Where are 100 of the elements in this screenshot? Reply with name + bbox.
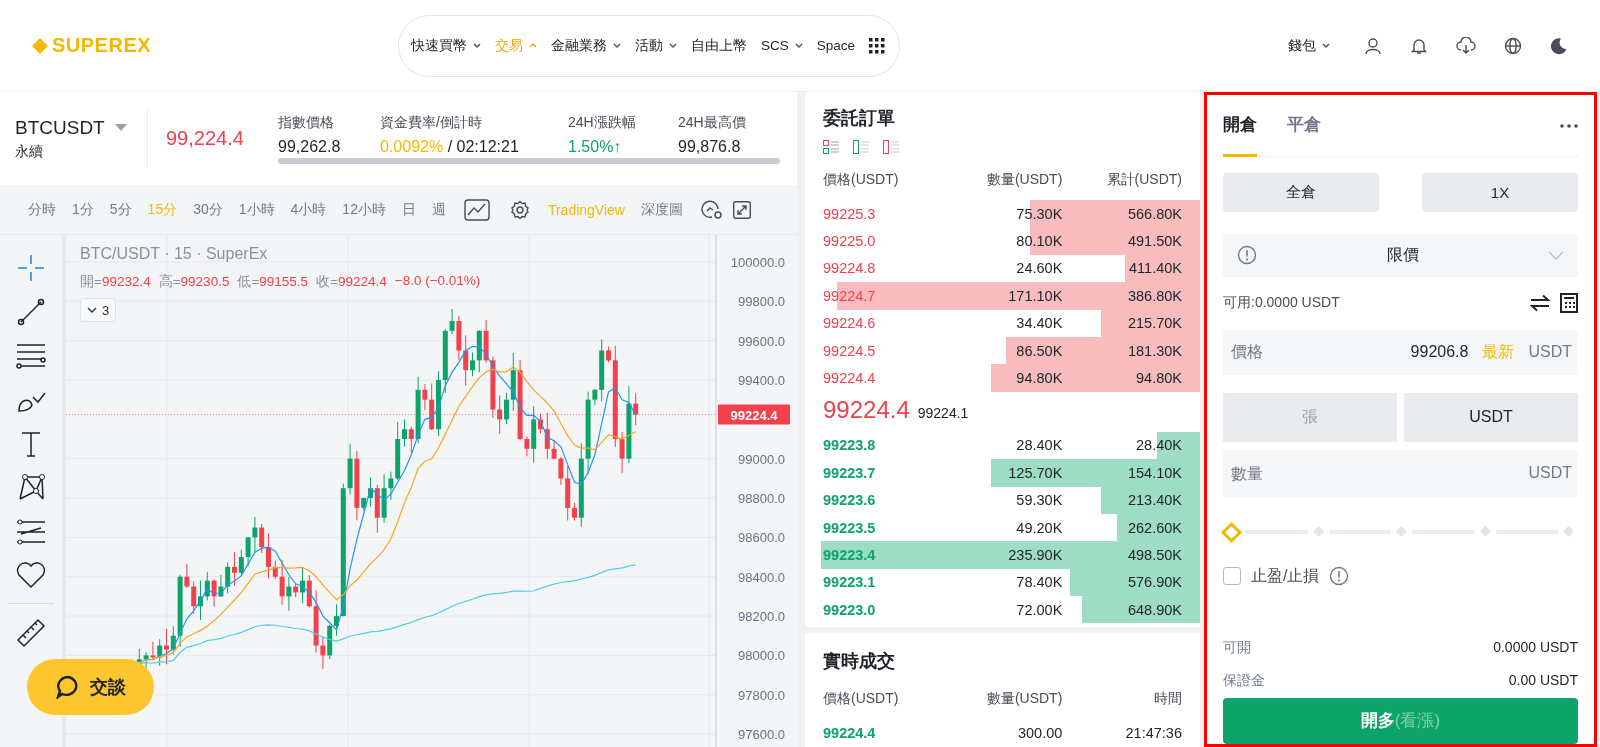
chart-title: BTC/USDT · 15 · SuperEx <box>80 245 268 263</box>
more-icon[interactable] <box>1560 123 1578 128</box>
order-book-row[interactable]: 99224.6 34.40K 215.70K <box>805 309 1200 337</box>
caret-icon <box>613 42 621 49</box>
user-icon[interactable] <box>1364 36 1382 55</box>
order-book-row[interactable]: 99224.4 94.80K 94.80K <box>805 364 1200 392</box>
ruler-icon[interactable] <box>16 618 46 648</box>
dropdown-triangle-icon[interactable] <box>114 124 127 131</box>
interval-tab[interactable]: 1分 <box>64 200 102 219</box>
cloud-download-icon[interactable] <box>1456 36 1476 55</box>
caret-icon <box>794 42 803 49</box>
order-book-row[interactable]: 99225.0 80.10K 491.50K <box>805 227 1200 255</box>
ohlc-value: 開=99232.4 <box>80 273 151 291</box>
order-book-row[interactable]: 99223.1 78.40K 576.90K <box>805 568 1200 597</box>
scrollbar[interactable] <box>278 157 780 164</box>
order-book-row[interactable]: 99223.4 235.90K 498.50K <box>805 541 1200 569</box>
slider-step-marker[interactable] <box>1396 526 1407 538</box>
price-axis-label: 98400.0 <box>738 569 785 585</box>
total-cell-text: 491.50K <box>1126 233 1182 250</box>
wallet-menu[interactable]: 錢包 <box>1282 35 1336 56</box>
globe-icon[interactable] <box>1504 36 1522 55</box>
column-header: 時間 <box>1153 690 1182 708</box>
interval-tab[interactable]: 5分 <box>101 200 140 219</box>
nav-item[interactable]: 自由上幣 <box>691 36 747 55</box>
nav-item[interactable]: 金融業務 <box>551 36 621 55</box>
nav-item[interactable]: 活動 <box>635 36 677 55</box>
total-cell-text: 386.80K <box>1126 287 1182 304</box>
nav-item[interactable]: 快速買幣 <box>411 36 481 55</box>
order-book-row[interactable]: 99223.8 28.40K 28.40K <box>805 431 1200 460</box>
transfer-icon[interactable] <box>1530 294 1550 313</box>
caret-icon <box>1322 42 1330 49</box>
slider-step-marker[interactable] <box>1479 526 1491 538</box>
price-axis-label: 98800.0 <box>738 491 785 507</box>
order-book-row[interactable]: 99223.0 72.00K 648.90K <box>805 596 1200 624</box>
chat-button[interactable]: 交談 <box>27 659 154 715</box>
pattern-icon[interactable] <box>16 473 46 503</box>
settings-icon[interactable] <box>509 199 530 220</box>
asks-view-icon[interactable] <box>883 140 899 154</box>
leverage-button[interactable]: 1X <box>1422 173 1578 212</box>
amount-cell-text: 75.30K <box>1015 205 1063 222</box>
price-cell-text: 99223.6 <box>823 492 877 509</box>
margin-mode-button[interactable]: 全倉 <box>1223 173 1379 212</box>
both-sides-view-icon[interactable] <box>823 140 839 154</box>
total-cell-text: 566.80K <box>1126 205 1182 222</box>
order-book-row[interactable]: 99223.5 49.20K 262.60K <box>805 513 1200 542</box>
info-icon[interactable] <box>1329 566 1350 587</box>
price-cell-text: 99223.5 <box>823 519 877 536</box>
total-cell-text: 648.90K <box>1126 601 1182 618</box>
grid-menu-icon[interactable] <box>869 37 886 54</box>
total-cell-text: 215.70K <box>1126 315 1182 332</box>
slider-step-marker[interactable] <box>1312 526 1324 538</box>
indicator-chart-icon[interactable] <box>463 198 490 221</box>
bell-icon[interactable] <box>1410 36 1428 55</box>
total-cell-text: 262.60K <box>1126 519 1182 536</box>
calculator-icon[interactable] <box>1560 293 1578 314</box>
amount-cell-text: 80.10K <box>1015 233 1063 250</box>
interval-tab[interactable]: 12小時 <box>334 200 394 219</box>
forecast-icon[interactable] <box>16 517 46 547</box>
column-header: 數量(USDT) <box>985 171 1063 189</box>
interval-tab[interactable]: 4小時 <box>282 200 335 219</box>
nav-item[interactable]: SCS <box>761 38 803 53</box>
price-input[interactable]: 價格 99206.8 最新 USDT <box>1223 330 1578 375</box>
interval-tab[interactable]: 日 <box>393 200 424 219</box>
moon-icon[interactable] <box>1550 36 1568 55</box>
order-book-row[interactable]: 99224.7 171.10K 386.80K <box>805 282 1200 310</box>
time-cell-text: 21:47:36 <box>1124 724 1182 741</box>
heart-icon[interactable] <box>16 561 46 589</box>
order-book-row[interactable]: 99223.6 59.30K 213.40K <box>805 486 1200 514</box>
total-cell-text: 411.40K <box>1128 260 1182 277</box>
view-tab[interactable]: 深度圖 <box>632 200 691 219</box>
amount-cell-text: 78.40K <box>1015 574 1063 591</box>
unit-toggle[interactable]: USDT <box>1404 392 1578 442</box>
tab[interactable]: 平倉 <box>1287 94 1321 157</box>
slider-step-marker[interactable] <box>1563 526 1574 538</box>
price-cell-text: 99223.4 <box>823 547 877 563</box>
amount-cell-text: 28.40K <box>1015 437 1063 454</box>
chart-settings-icon[interactable] <box>700 199 723 220</box>
interval-tab[interactable]: 1小時 <box>230 200 283 219</box>
parallel-lines-icon[interactable] <box>16 341 46 371</box>
price-cell-text: 99225.3 <box>823 205 877 222</box>
order-book-row[interactable]: 99224.5 86.50K 181.30K <box>805 336 1200 365</box>
expand-icon[interactable] <box>732 200 751 219</box>
interval-tab[interactable]: 分時 <box>20 200 64 219</box>
price-cell-text: 99224.7 <box>823 287 877 304</box>
tab[interactable]: 開倉 <box>1223 94 1257 157</box>
bids-view-icon[interactable] <box>853 140 869 154</box>
order-book-title: 委託訂單 <box>822 107 896 130</box>
checkbox[interactable] <box>1223 567 1241 586</box>
nav-item[interactable]: Space <box>816 38 856 53</box>
indicator-toggle[interactable]: 3 <box>80 298 117 322</box>
trend-line-icon[interactable] <box>16 297 46 327</box>
interval-tab[interactable]: 週 <box>423 200 454 219</box>
total-cell-text: 181.30K <box>1126 342 1182 359</box>
order-book-row[interactable]: 99223.7 125.70K 154.10K <box>805 459 1200 487</box>
order-book-row[interactable]: 99225.3 75.30K 566.80K <box>805 200 1200 228</box>
interval-tab[interactable]: 30分 <box>185 200 231 219</box>
amount-cell-text: 86.50K <box>1015 342 1063 359</box>
order-book-row[interactable]: 99224.8 24.60K 411.40K <box>805 254 1200 283</box>
order-type-dropdown[interactable]: 限價 <box>1223 234 1578 277</box>
countdown: / 02:12:21 <box>447 137 519 155</box>
